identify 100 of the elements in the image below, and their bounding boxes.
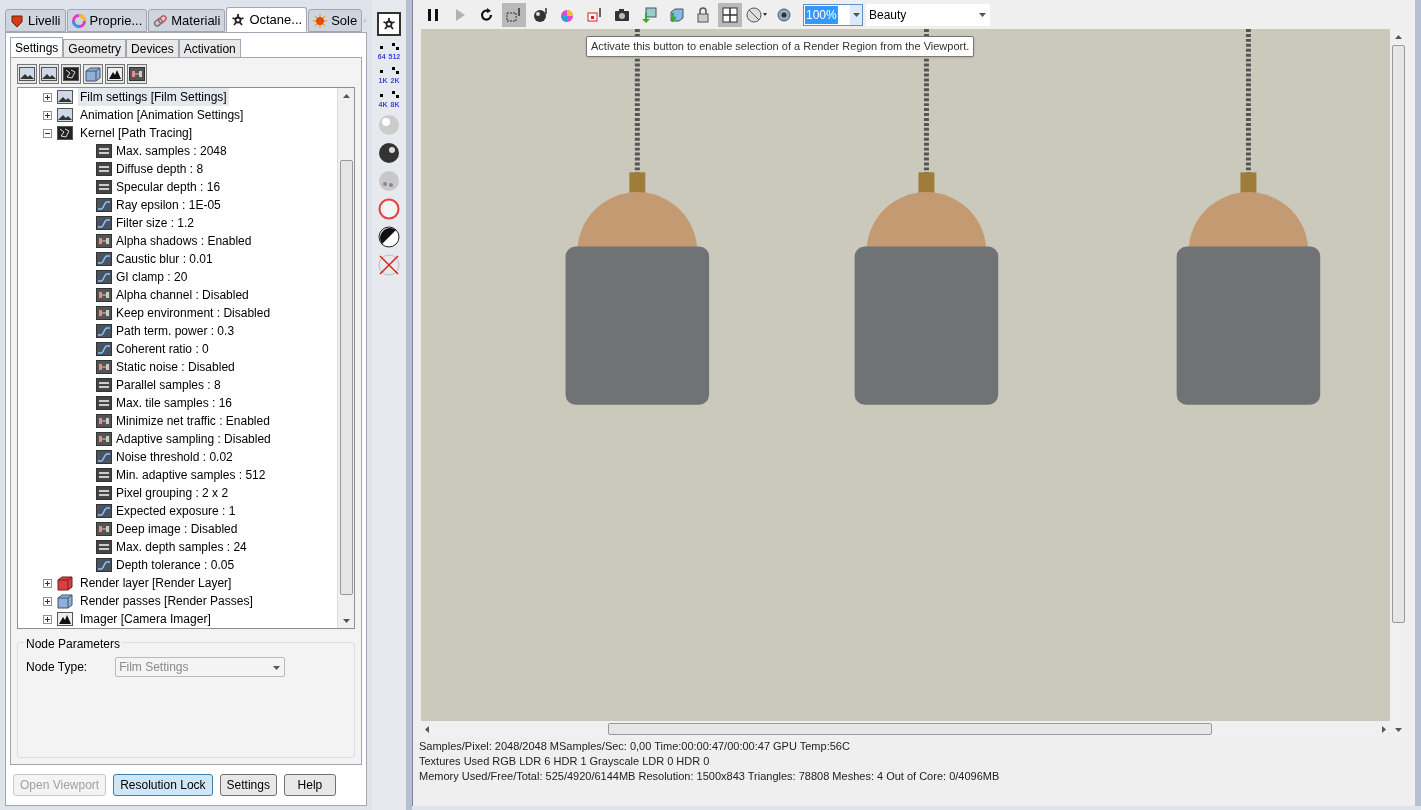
tree-item[interactable]: Max. samples : 2048 [116,142,227,160]
panel-tab[interactable]: Octane... [226,7,308,32]
cube-icon [57,593,73,609]
sphere-icon[interactable] [378,142,400,164]
export-image-icon [641,6,657,23]
tree-item[interactable]: Specular depth : 16 [116,178,221,196]
panel-button[interactable]: Resolution Lock [113,774,213,796]
scroll-up-icon[interactable] [341,91,351,101]
tree-item[interactable]: Film settings [Film Settings] [78,88,229,106]
tree-item[interactable]: GI clamp : 20 [116,268,188,286]
bar-value-icon [96,180,112,194]
tree-item[interactable]: Depth tolerance : 0.05 [116,556,235,574]
tree-item[interactable]: Coherent ratio : 0 [116,340,209,358]
expand-icon[interactable] [43,110,52,120]
tree-item[interactable]: Deep image : Disabled [116,520,238,538]
toggle-value-icon [96,288,112,302]
tree-item[interactable]: Kernel [Path Tracing] [78,124,195,142]
curve-value-icon [96,450,112,464]
histogram-icon [107,67,123,81]
landscape-icon [41,67,57,81]
layers-icon [10,13,24,28]
pause-icon [425,6,441,23]
toggle-value-icon [96,234,112,248]
panel-button[interactable]: Help [283,774,336,796]
settings-tab[interactable]: Devices [126,39,179,57]
cube-icon [668,6,684,23]
bar-value-icon [96,144,112,158]
tree-item[interactable]: Minimize net traffic : Enabled [116,412,270,430]
dots-icon [377,42,401,51]
expand-icon[interactable] [43,578,52,588]
node-button[interactable] [105,64,125,84]
collapse-icon[interactable] [43,128,52,138]
curve-value-icon [96,198,112,212]
tree-item[interactable]: Expected exposure : 1 [116,502,236,520]
toggle-value-icon [96,360,112,374]
noise-pattern-icon [63,67,79,81]
tree-item[interactable]: Max. tile samples : 16 [116,394,233,412]
pass-dropdown[interactable]: Beauty [866,3,990,26]
cross-icon[interactable] [378,254,400,276]
octane-logo-button[interactable] [377,12,401,36]
histogram-icon [57,612,73,626]
node-button[interactable] [39,64,59,84]
contrast-icon[interactable] [378,226,400,248]
tree-item[interactable]: Render layer [Render Layer] [78,574,234,592]
curve-value-icon [96,324,112,338]
tree-item[interactable]: Max. depth samples : 24 [116,538,247,556]
dropdown-arrow-icon[interactable] [851,10,861,19]
lock-icon [695,6,711,23]
tree-item[interactable]: Filter size : 1.2 [116,214,195,232]
chain-link-icon [153,13,168,28]
tree-item[interactable]: Adaptive sampling : Disabled [116,430,271,448]
scroll-right-icon[interactable] [1379,724,1388,734]
target-icon [746,6,768,23]
tree-item[interactable]: Alpha channel : Disabled [116,286,249,304]
octane-logo-icon [382,17,396,31]
tree-item[interactable]: Alpha shadows : Enabled [116,232,252,250]
expand-icon[interactable] [43,614,52,624]
tree-item[interactable]: Keep environment : Disabled [116,304,271,322]
color-wheel-icon [71,13,86,28]
curve-value-icon [96,216,112,230]
tree-item[interactable]: Imager [Camera Imager] [78,610,213,628]
panel-button[interactable]: Settings [219,774,277,796]
noise-pattern-icon [57,126,73,140]
tree-item[interactable]: Diffuse depth : 8 [116,160,204,178]
node-button[interactable] [127,64,147,84]
toggle-value-icon [96,306,112,320]
dropdown-arrow-icon[interactable] [978,10,987,19]
scrollbar[interactable] [337,88,354,628]
tree-item[interactable]: Path term. power : 0.3 [116,322,235,340]
status-text: Memory Used/Free/Total: 525/4920/6144MB Resolution: 1500x843 Triangles: 78808 Meshes: 4 Out of Core: 0/4096MB [419,769,1001,784]
tree-item[interactable]: Ray epsilon : 1E-05 [116,196,221,214]
node-button[interactable] [83,64,103,84]
panel-tab[interactable]: Materiali [148,9,226,32]
panel-tab[interactable]: Sole [308,9,363,32]
tree-item[interactable]: Static noise : Disabled [116,358,235,376]
tree-item[interactable]: Caustic blur : 0.01 [116,250,213,268]
frame-icon [587,6,603,23]
expand-icon[interactable] [43,596,52,606]
dots-icon [377,66,401,75]
settings-tab[interactable]: Settings [10,37,64,57]
settings-tab[interactable]: Activation [178,39,241,57]
region-icon [506,6,522,23]
tree-item[interactable]: Parallel samples : 8 [116,376,221,394]
tree-item[interactable]: Animation [Animation Settings] [78,106,246,124]
expand-icon[interactable] [43,92,52,102]
node-button[interactable] [61,64,81,84]
panel-tab[interactable]: Livelli [5,9,66,32]
toolbar-button[interactable] [502,2,526,27]
bar-value-icon [96,162,112,176]
scroll-left-icon[interactable] [423,724,432,734]
sphere-icon [533,6,549,23]
scroll-up-icon[interactable] [1394,32,1403,42]
panel-tab[interactable]: Proprie... [66,9,148,32]
tree-item[interactable]: Pixel grouping : 2 x 2 [116,484,229,502]
tree-item[interactable]: Noise threshold : 0.02 [116,448,233,466]
tree-item[interactable]: Min. adaptive samples : 512 [116,466,266,484]
tree-item[interactable]: Render passes [Render Passes] [78,592,255,610]
settings-tab[interactable]: Geometry [63,39,127,57]
node-button[interactable] [17,64,37,84]
curve-value-icon [96,558,112,572]
